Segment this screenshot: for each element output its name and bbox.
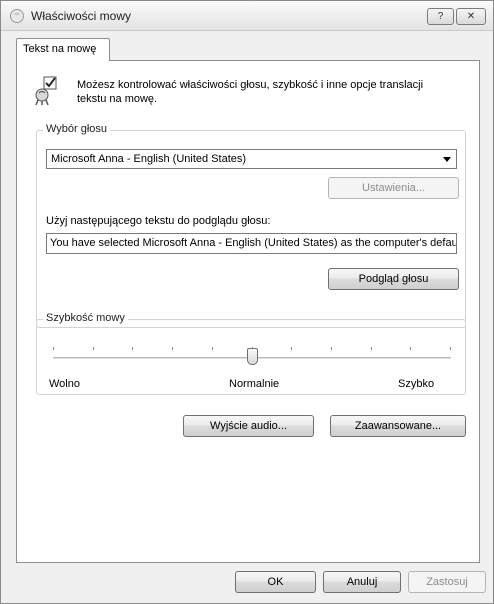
voice-selection-label: Wybór głosu <box>43 123 111 135</box>
slider-tick <box>132 347 133 350</box>
slider-tick <box>410 347 411 350</box>
voice-select-value: Microsoft Anna - English (United States) <box>51 153 247 165</box>
apply-button[interactable]: Zastosuj <box>408 571 486 593</box>
speech-rate-slider-thumb[interactable] <box>246 348 258 365</box>
title-bar: Właściwości mowy ? ✕ <box>1 1 493 31</box>
slider-tick <box>172 347 173 350</box>
speech-rate-group: Szybkość mowy Wolno Normalnie Szybko <box>36 312 466 395</box>
voice-select[interactable]: Microsoft Anna - English (United States) <box>46 149 457 169</box>
slider-tick <box>93 347 94 350</box>
slider-tick <box>450 347 451 350</box>
advanced-button[interactable]: Zaawansowane... <box>330 415 466 437</box>
preview-text-input[interactable]: You have selected Microsoft Anna - Engli… <box>46 233 457 254</box>
close-button[interactable]: ✕ <box>456 8 486 25</box>
slider-tick <box>53 347 54 350</box>
tab-panel: Możesz kontrolować właściwości głosu, sz… <box>16 60 480 563</box>
ok-button[interactable]: OK <box>235 571 316 593</box>
help-button[interactable]: ? <box>427 8 454 25</box>
chevron-down-icon <box>443 157 451 162</box>
speech-rate-label: Szybkość mowy <box>43 312 128 324</box>
rate-slow-label: Wolno <box>49 378 80 390</box>
window-title: Właściwości mowy <box>31 9 132 23</box>
slider-tick <box>331 347 332 350</box>
speech-properties-window: Właściwości mowy ? ✕ Tekst na mowę Możes… <box>0 0 494 604</box>
rate-normal-label: Normalnie <box>229 378 280 390</box>
audio-output-button[interactable]: Wyjście audio... <box>183 415 314 437</box>
preview-voice-button[interactable]: Podgląd głosu <box>328 268 459 290</box>
rate-fast-label: Szybko <box>398 378 435 390</box>
cancel-button[interactable]: Anuluj <box>323 571 401 593</box>
tab-text-to-speech[interactable]: Tekst na mowę <box>16 38 110 61</box>
slider-tick <box>212 347 213 350</box>
settings-button[interactable]: Ustawienia... <box>328 177 459 199</box>
app-icon <box>10 9 24 23</box>
speech-properties-icon <box>35 76 57 106</box>
voice-selection-group: Wybór głosu Microsoft Anna - English (Un… <box>36 123 466 328</box>
preview-text-label: Użyj następującego tekstu do podglądu gł… <box>46 215 271 227</box>
slider-tick <box>371 347 372 350</box>
intro-description: Możesz kontrolować właściwości głosu, sz… <box>77 79 424 105</box>
slider-tick <box>291 347 292 350</box>
